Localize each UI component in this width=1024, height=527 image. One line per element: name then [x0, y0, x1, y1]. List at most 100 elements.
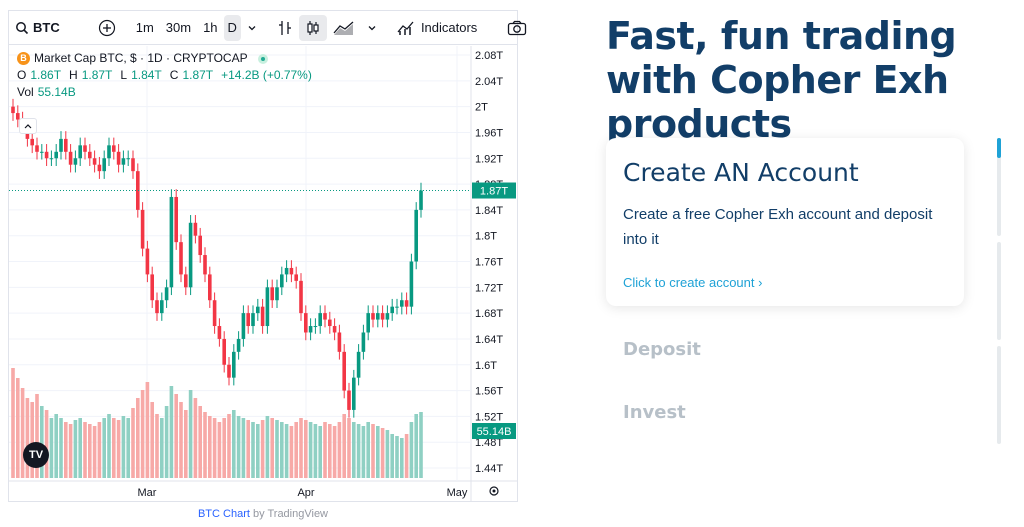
interval-1m[interactable]: 1m: [130, 15, 160, 41]
volume-bar: [289, 426, 294, 478]
volume-bar: [92, 426, 97, 478]
candle-body: [184, 274, 188, 288]
candle-body: [40, 151, 44, 153]
candles-style-button[interactable]: [298, 14, 327, 41]
y-tick-label: 1.8T: [475, 231, 497, 243]
snapshot-button[interactable]: [501, 15, 533, 41]
candle-body: [246, 313, 250, 327]
volume-bar: [155, 414, 159, 478]
candle-body: [140, 209, 145, 249]
candle-body: [380, 313, 385, 320]
tradingview-logo[interactable]: TV: [23, 442, 49, 468]
volume-bar: [212, 418, 217, 478]
candle-body: [332, 326, 337, 333]
candle-body: [150, 274, 154, 301]
volume-bar: [174, 394, 178, 478]
candle-body: [318, 313, 322, 327]
volume-bar: [256, 424, 260, 478]
candle-body: [174, 196, 178, 243]
y-tick-label: 1.52T: [475, 411, 503, 423]
candle-body: [49, 158, 54, 160]
attribution-by: by TradingView: [249, 508, 329, 520]
volume-bar: [284, 424, 289, 478]
progress-segment-3: [997, 346, 1001, 444]
volume-bar: [308, 422, 313, 478]
volume-bar: [356, 424, 361, 478]
volume-bar: [20, 388, 25, 478]
candle-body: [11, 106, 15, 114]
y-tick-label: 1.76T: [475, 257, 503, 269]
bar-style-button[interactable]: [271, 15, 299, 41]
volume-bar: [395, 436, 399, 478]
y-tick-label: 2.04T: [475, 76, 503, 88]
candle-body: [299, 280, 303, 314]
volume-bar: [222, 418, 226, 478]
progress-segment-2: [997, 242, 1001, 340]
volume-bar: [304, 420, 308, 478]
candle-body: [400, 300, 404, 307]
volume-bar: [140, 390, 145, 478]
create-account-card[interactable]: Create AN Account Create a free Copher E…: [606, 138, 964, 306]
legend-collapse-button[interactable]: [19, 118, 37, 134]
create-account-link[interactable]: Click to create account ›: [623, 275, 762, 290]
candlestick-chart[interactable]: 2.08T2.04T2T1.96T1.92T1.88T1.84T1.8T1.76…: [9, 46, 517, 502]
step-deposit[interactable]: Deposit: [623, 339, 701, 360]
indicators-icon: [397, 21, 414, 35]
candle-body: [280, 274, 284, 288]
volume-bar: [136, 398, 140, 478]
candle-body: [371, 313, 375, 320]
volume-bar: [342, 414, 346, 478]
chart-area[interactable]: 2.08T2.04T2T1.96T1.92T1.88T1.84T1.8T1.76…: [9, 46, 517, 502]
candle-body: [59, 138, 63, 152]
volume-badge-label: 55.14B: [477, 426, 512, 438]
search-icon: [16, 21, 29, 34]
volume-bar: [107, 414, 111, 478]
candle-body: [337, 332, 342, 352]
candle-body: [121, 158, 126, 165]
candle-body: [160, 300, 164, 314]
btc-chart-link[interactable]: BTC Chart: [198, 508, 250, 520]
volume-bar: [236, 416, 241, 478]
interval-30m[interactable]: 30m: [160, 15, 197, 41]
area-style-button[interactable]: [327, 15, 361, 41]
y-tick-label: 1.68T: [475, 308, 503, 320]
chart-type-dropdown[interactable]: [361, 15, 383, 41]
volume-bar: [59, 418, 63, 478]
volume-bar: [188, 390, 193, 478]
volume-bar: [78, 418, 82, 478]
chevron-down-icon: [368, 25, 376, 30]
candle-body: [64, 138, 68, 152]
volume-bar: [313, 424, 318, 478]
chevron-up-icon: [24, 124, 32, 129]
volume-bar: [246, 420, 250, 478]
symbol-search[interactable]: BTC: [9, 15, 66, 41]
y-tick-label: 1.64T: [475, 334, 503, 346]
candle-body: [30, 138, 34, 146]
y-tick-label: 1.56T: [475, 386, 503, 398]
candle-body: [260, 306, 265, 327]
step-invest[interactable]: Invest: [623, 402, 686, 423]
candle-body: [342, 351, 346, 391]
volume-bar: [150, 402, 154, 478]
indicators-button[interactable]: Indicators: [391, 15, 483, 41]
candle-body: [294, 274, 298, 281]
volume-bar: [328, 424, 332, 478]
interval-d[interactable]: D: [223, 14, 241, 41]
compare-button[interactable]: [92, 15, 122, 41]
volume-bar: [352, 422, 356, 478]
chart-widget: BTC 1m 30m 1h D Indicators 2.08T 2.04T 2…: [8, 10, 527, 502]
interval-1h[interactable]: 1h: [197, 15, 223, 41]
candle-body: [203, 255, 207, 275]
candle-body: [227, 364, 231, 378]
candle-body: [366, 313, 370, 333]
volume-bar: [16, 378, 20, 478]
candle-body: [232, 351, 236, 378]
volume-bar: [88, 424, 92, 478]
candle-body: [136, 171, 140, 210]
candle-body: [236, 338, 241, 352]
volume-bar: [232, 410, 236, 478]
y-tick-label: 2T: [475, 102, 488, 114]
volume-bar: [294, 422, 298, 478]
interval-dropdown[interactable]: [241, 15, 263, 41]
volume-bar: [193, 398, 198, 478]
